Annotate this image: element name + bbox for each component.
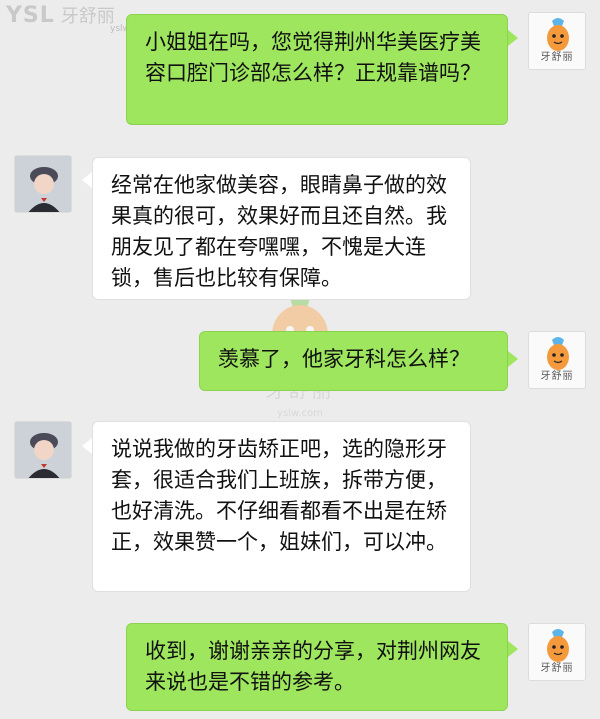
message-text: 说说我做的牙齿矫正吧，选的隐形牙套，很适合我们上班族，拆带方便，也好清洗。不仔细… bbox=[111, 437, 447, 554]
carrot-logo-icon bbox=[547, 18, 569, 51]
avatar-label: 牙舒丽 bbox=[540, 371, 574, 382]
message-text: 经常在他家做美容，眼睛鼻子做的效果真的很可，效果好而且还自然。我朋友见了都在夸嘿… bbox=[111, 173, 447, 290]
message-bubble-sent[interactable]: 小姐姐在吗，您觉得荆州华美医疗美容口腔门诊部怎么样？正规靠谱吗？ bbox=[126, 14, 508, 125]
bubble-tail bbox=[508, 30, 518, 46]
user-photo-icon bbox=[15, 422, 71, 478]
avatar-label: 牙舒丽 bbox=[540, 52, 574, 63]
message-bubble-sent[interactable]: 收到，谢谢亲亲的分享，对荆州网友来说也是不错的参考。 bbox=[126, 623, 508, 711]
message-bubble-sent[interactable]: 羡慕了，他家牙科怎么样？ bbox=[199, 331, 508, 391]
message-bubble-received[interactable]: 说说我做的牙齿矫正吧，选的隐形牙套，很适合我们上班族，拆带方便，也好清洗。不仔细… bbox=[92, 421, 471, 592]
avatar-brand[interactable]: 牙舒丽 bbox=[528, 331, 586, 389]
bubble-tail bbox=[82, 172, 92, 188]
bubble-tail bbox=[508, 351, 518, 367]
message-bubble-received[interactable]: 经常在他家做美容，眼睛鼻子做的效果真的很可，效果好而且还自然。我朋友见了都在夸嘿… bbox=[92, 157, 471, 300]
avatar-brand[interactable]: 牙舒丽 bbox=[528, 12, 586, 70]
avatar-label: 牙舒丽 bbox=[540, 663, 574, 674]
avatar-user[interactable] bbox=[14, 421, 72, 479]
carrot-logo-icon bbox=[547, 629, 569, 662]
bubble-tail bbox=[508, 641, 518, 657]
avatar-brand[interactable]: 牙舒丽 bbox=[528, 623, 586, 681]
message-text: 收到，谢谢亲亲的分享，对荆州网友来说也是不错的参考。 bbox=[145, 639, 481, 694]
watermark-logo-text: YSL bbox=[6, 3, 55, 28]
watermark-cn-text: 牙舒丽 bbox=[60, 6, 115, 27]
message-text: 小姐姐在吗，您觉得荆州华美医疗美容口腔门诊部怎么样？正规靠谱吗？ bbox=[145, 30, 481, 85]
center-watermark-url: yslw.com bbox=[277, 408, 323, 419]
carrot-logo-icon bbox=[547, 337, 569, 370]
chat-view: YSL牙舒丽 yslw.com 牙舒丽 yslw.com 小姐姐在吗，您觉得荆州… bbox=[0, 0, 600, 719]
avatar-user[interactable] bbox=[14, 155, 72, 213]
corner-watermark: YSL牙舒丽 yslw.com bbox=[6, 2, 151, 34]
bubble-tail bbox=[82, 438, 92, 454]
user-photo-icon bbox=[15, 156, 71, 212]
message-text: 羡慕了，他家牙科怎么样？ bbox=[218, 347, 470, 371]
